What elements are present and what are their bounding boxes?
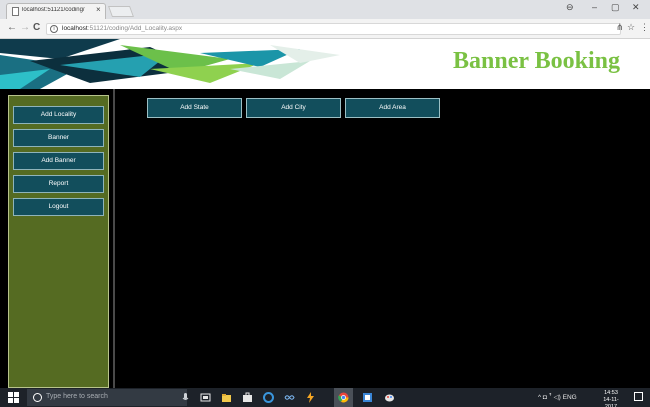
sidebar-item-report[interactable]: Report [13, 175, 104, 193]
taskbar-search-box[interactable]: Type here to search [27, 389, 187, 406]
clock-time: 14:53 [604, 390, 618, 396]
lightning-app-icon[interactable] [305, 392, 316, 403]
cortana-icon [33, 393, 42, 402]
notification-icon[interactable] [634, 392, 643, 401]
reload-icon[interactable]: C [33, 22, 40, 33]
browser-toolbar: ← → C i localhost:51121/coding/Add_Local… [0, 19, 650, 39]
windows-start-icon[interactable] [8, 392, 19, 403]
add-area-button[interactable]: Add Area [345, 98, 440, 118]
maximize-button[interactable]: ▢ [611, 2, 620, 13]
page-icon [12, 7, 19, 16]
chrome-taskbar-button[interactable] [334, 388, 353, 407]
visual-studio-icon[interactable] [362, 392, 373, 403]
infinity-app-icon[interactable] [284, 392, 295, 403]
extension-icon[interactable]: ⋔ [616, 22, 624, 33]
microphone-icon[interactable] [180, 392, 191, 403]
bookmark-star-icon[interactable]: ☆ [627, 22, 635, 33]
address-bar[interactable]: i localhost:51121/coding/Add_Locality.as… [46, 23, 621, 35]
content-divider [113, 89, 115, 388]
main-content: Add Locality Banner Add Banner Report Lo… [0, 89, 650, 388]
sidebar-item-add-locality[interactable]: Add Locality [13, 106, 104, 124]
account-icon[interactable]: ⊖ [566, 2, 574, 13]
sidebar-item-add-banner[interactable]: Add Banner [13, 152, 104, 170]
taskbar-clock[interactable]: 14:53 14-11-2017 [598, 390, 624, 407]
new-tab-button[interactable] [107, 6, 135, 17]
taskbar: Type here to search ^ ◘ ꜛ ◁) ENG 14:53 1… [0, 388, 650, 407]
browser-menu-icon[interactable]: ⋮ [640, 22, 649, 33]
sidebar: Add Locality Banner Add Banner Report Lo… [8, 95, 109, 388]
header-banner-graphic [0, 39, 340, 89]
system-tray[interactable]: ^ ◘ ꜛ ◁) ENG [538, 393, 577, 401]
close-window-button[interactable]: ✕ [632, 2, 640, 13]
task-view-icon[interactable] [200, 392, 211, 403]
url-text: localhost:51121/coding/Add_Locality.aspx [62, 25, 183, 32]
add-state-button[interactable]: Add State [147, 98, 242, 118]
sidebar-item-logout[interactable]: Logout [13, 198, 104, 216]
browser-tab[interactable]: localhost:51121/coding/ × [6, 3, 106, 19]
store-icon[interactable] [242, 392, 253, 403]
minimize-button[interactable]: – [592, 2, 597, 12]
site-info-icon[interactable]: i [50, 25, 58, 33]
chrome-icon [338, 392, 349, 403]
forward-icon[interactable]: → [20, 22, 30, 33]
back-icon[interactable]: ← [7, 22, 17, 33]
add-city-button[interactable]: Add City [246, 98, 341, 118]
close-tab-icon[interactable]: × [96, 5, 101, 14]
tab-title: localhost:51121/coding/ [22, 7, 85, 13]
browser-tabstrip: localhost:51121/coding/ × ⊖ – ▢ ✕ [0, 0, 650, 19]
edge-browser-icon[interactable] [263, 392, 274, 403]
file-explorer-icon[interactable] [221, 392, 232, 403]
site-header: Banner Booking [0, 39, 650, 89]
clock-date: 14-11-2017 [603, 397, 619, 407]
site-title: Banner Booking [453, 48, 620, 74]
search-placeholder: Type here to search [46, 393, 108, 400]
sidebar-item-banner[interactable]: Banner [13, 129, 104, 147]
paint-icon[interactable] [384, 392, 395, 403]
